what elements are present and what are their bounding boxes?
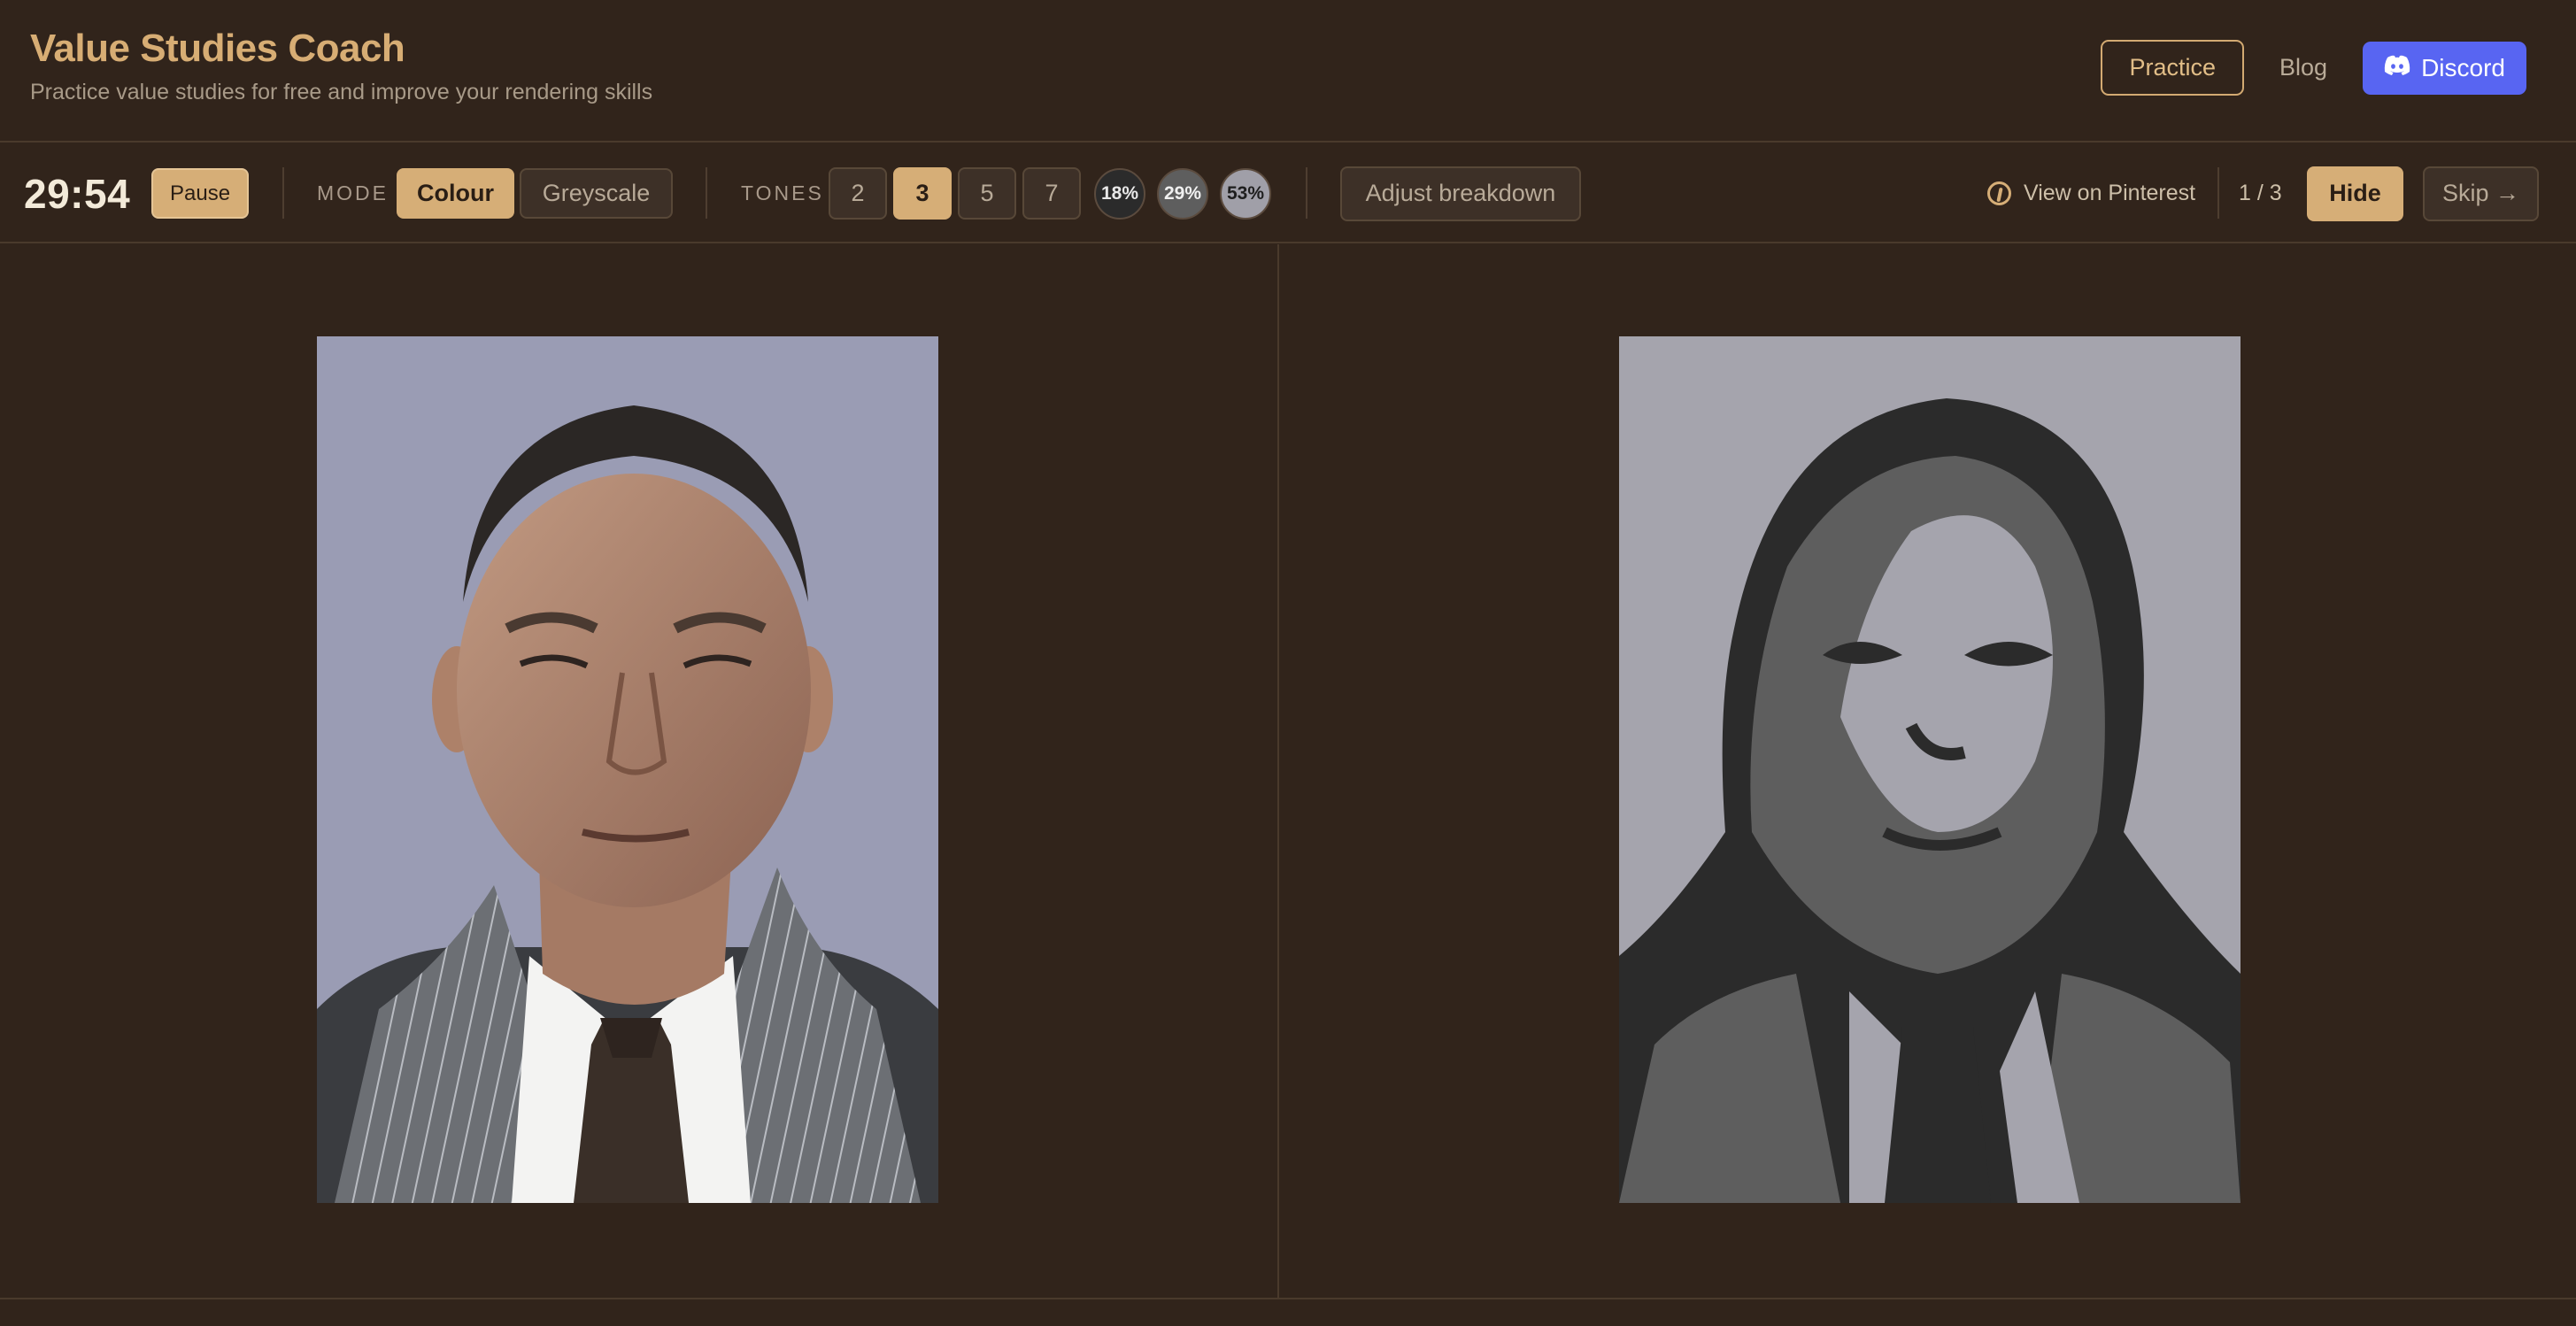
adjust-breakdown-button[interactable]: Adjust breakdown [1340, 166, 1581, 221]
reference-photo [317, 336, 938, 1203]
app-title: Value Studies Coach [30, 27, 405, 70]
tone-swatch-light: 53% [1220, 167, 1271, 220]
app-header: Value Studies Coach Practice value studi… [0, 0, 2576, 143]
app-subtitle: Practice value studies for free and impr… [30, 80, 653, 104]
tones-7-button[interactable]: 7 [1022, 167, 1081, 220]
skip-button[interactable]: Skip → [2423, 166, 2539, 221]
mode-label: MODE [317, 181, 389, 204]
pinterest-icon [1987, 181, 2011, 205]
discord-icon [2384, 54, 2410, 82]
main-nav: Practice Blog Discord [2101, 40, 2526, 96]
panel-divider [1277, 244, 1279, 1298]
discord-label: Discord [2421, 53, 2505, 81]
view-on-pinterest-link[interactable]: View on Pinterest [1987, 181, 2195, 206]
tone-swatch-mid: 29% [1157, 167, 1208, 220]
toolbar-divider [706, 167, 707, 219]
image-counter: 1 / 3 [2239, 181, 2282, 205]
toolbar-divider [2217, 167, 2219, 219]
mode-colour-button[interactable]: Colour [397, 168, 514, 219]
session-timer: 29:54 [24, 170, 131, 217]
tones-3-button[interactable]: 3 [893, 167, 952, 220]
mode-greyscale-button[interactable]: Greyscale [520, 168, 673, 219]
tones-5-button[interactable]: 5 [958, 167, 1016, 220]
pause-button[interactable]: Pause [151, 168, 250, 219]
pinterest-label: View on Pinterest [2024, 181, 2196, 205]
toolbar-divider [1306, 167, 1307, 219]
nav-blog-link[interactable]: Blog [2279, 54, 2327, 81]
nav-practice-link[interactable]: Practice [2101, 40, 2245, 96]
tones-label: TONES [741, 181, 824, 204]
study-area [0, 244, 2576, 1298]
hide-button[interactable]: Hide [2307, 166, 2403, 221]
footer-rule [0, 1298, 2576, 1299]
tone-swatch-dark: 18% [1094, 167, 1145, 220]
nav-discord-button[interactable]: Discord [2363, 41, 2526, 95]
value-breakdown-image [1619, 336, 2241, 1203]
tones-2-button[interactable]: 2 [829, 167, 887, 220]
practice-toolbar: 29:54 Pause MODE Colour Greyscale TONES … [0, 143, 2576, 243]
toolbar-divider [282, 167, 284, 219]
